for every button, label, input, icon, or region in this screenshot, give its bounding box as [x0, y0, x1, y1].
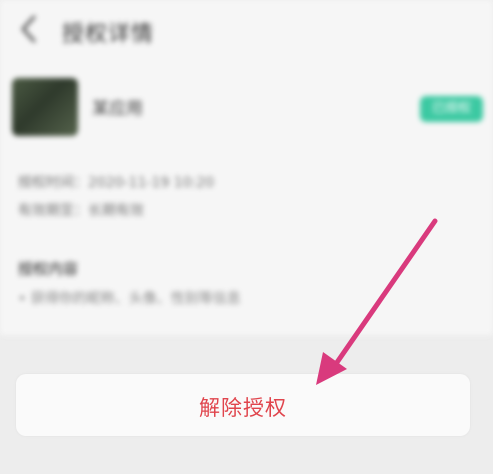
auth-detail-screen: 授权详情 某应用 已授权 授权时间：2020-11-19 10:20 有效期至：… [0, 0, 493, 474]
page-title: 授权详情 [62, 22, 155, 47]
valid-period-text: 有效期至：长期有效 [18, 203, 144, 219]
permissions-title: 授权内容 [18, 260, 79, 278]
status-badge: 已授权 [420, 96, 484, 122]
app-info-row: 某应用 已授权 [0, 72, 493, 142]
app-name: 某应用 [92, 99, 143, 119]
auth-time-text: 授权时间：2020-11-19 10:20 [18, 175, 215, 191]
top-bar: 授权详情 [0, 0, 493, 58]
app-icon [12, 78, 78, 136]
blurred-content-area: 授权详情 某应用 已授权 授权时间：2020-11-19 10:20 有效期至：… [0, 0, 493, 335]
permission-item: • 获得你的昵称、头像、性别等信息 [18, 291, 241, 307]
revoke-authorization-button[interactable]: 解除授权 [16, 374, 470, 436]
back-arrow-icon[interactable] [18, 14, 40, 44]
revoke-authorization-label: 解除授权 [199, 396, 287, 420]
